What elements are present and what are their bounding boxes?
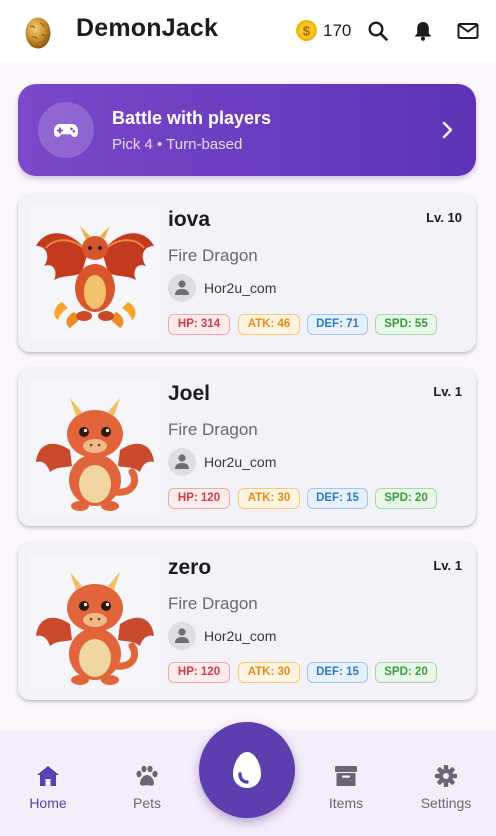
mail-icon[interactable] [456,19,480,43]
stat-hp-badge: HP: 314 [168,314,230,335]
hatch-egg-fab-button[interactable] [199,722,295,818]
chevron-right-icon [442,121,453,139]
stat-spd-badge: SPD: 55 [375,314,437,335]
pet-name: zero [168,556,212,579]
nav-label-items: Items [328,795,364,811]
pet-level: Lv. 10 [426,210,462,225]
pet-species: Fire Dragon [168,246,258,265]
nav-item-home[interactable]: Home [8,764,88,811]
egg-logo-icon [25,17,51,49]
owner-name: Hor2u_com [204,454,277,470]
pet-image [30,380,160,514]
pet-image [30,554,160,688]
banner-subtitle: Pick 4 • Turn-based [112,136,243,153]
owner-name: Hor2u_com [204,280,277,296]
stat-def-badge: DEF: 71 [307,314,368,335]
owner-avatar [168,274,196,302]
person-icon [175,280,189,295]
pet-card[interactable]: zero Lv. 1 Fire Dragon Hor2u_com HP: 120… [18,542,476,700]
pet-name: Joel [168,382,211,405]
stat-hp-badge: HP: 120 [168,662,230,683]
nav-item-items[interactable]: Items [306,764,386,811]
pet-species: Fire Dragon [168,420,258,439]
gear-icon [435,765,457,787]
coin-icon: $ [296,20,317,41]
person-icon [175,628,189,643]
pet-species: Fire Dragon [168,594,258,613]
coin-balance: 170 [323,21,352,40]
search-icon[interactable] [366,19,390,43]
pet-card[interactable]: Joel Lv. 1 Fire Dragon Hor2u_com HP: 120… [18,368,476,526]
owner-name: Hor2u_com [204,628,277,644]
stat-def-badge: DEF: 15 [307,662,368,683]
owner-avatar [168,622,196,650]
banner-title: Battle with players [112,108,272,128]
pet-image [30,206,160,340]
stat-hp-badge: HP: 120 [168,488,230,509]
pet-card[interactable]: iova Lv. 10 Fire Dragon Hor2u_com HP: 31… [18,194,476,352]
nav-item-pets[interactable]: Pets [107,764,187,811]
paw-icon [136,765,158,786]
stat-atk-badge: ATK: 30 [238,662,300,683]
stat-atk-badge: ATK: 30 [238,488,300,509]
nav-label-pets: Pets [132,795,161,811]
battle-banner[interactable]: Battle with players Pick 4 • Turn-based [18,84,476,176]
bell-icon[interactable] [411,19,435,43]
pet-name: iova [168,208,211,231]
nav-label-settings: Settings [420,795,472,811]
archive-box-icon [335,766,357,786]
banner-icon-circle [38,102,94,158]
stat-atk-badge: ATK: 46 [238,314,300,335]
pet-level: Lv. 1 [433,384,462,399]
stat-spd-badge: SPD: 20 [375,662,437,683]
pet-level: Lv. 1 [433,558,462,573]
stat-def-badge: DEF: 15 [307,488,368,509]
home-icon [37,766,59,786]
owner-avatar [168,448,196,476]
svg-text:$: $ [303,23,311,38]
person-icon [175,454,189,469]
stat-spd-badge: SPD: 20 [375,488,437,509]
gamepad-icon [54,124,78,137]
nav-label-home: Home [29,795,67,811]
nav-item-settings[interactable]: Settings [406,764,486,811]
app-title: DemonJack [76,14,219,42]
egg-icon [233,752,261,788]
app-header: DemonJack $ 170 [0,0,496,62]
